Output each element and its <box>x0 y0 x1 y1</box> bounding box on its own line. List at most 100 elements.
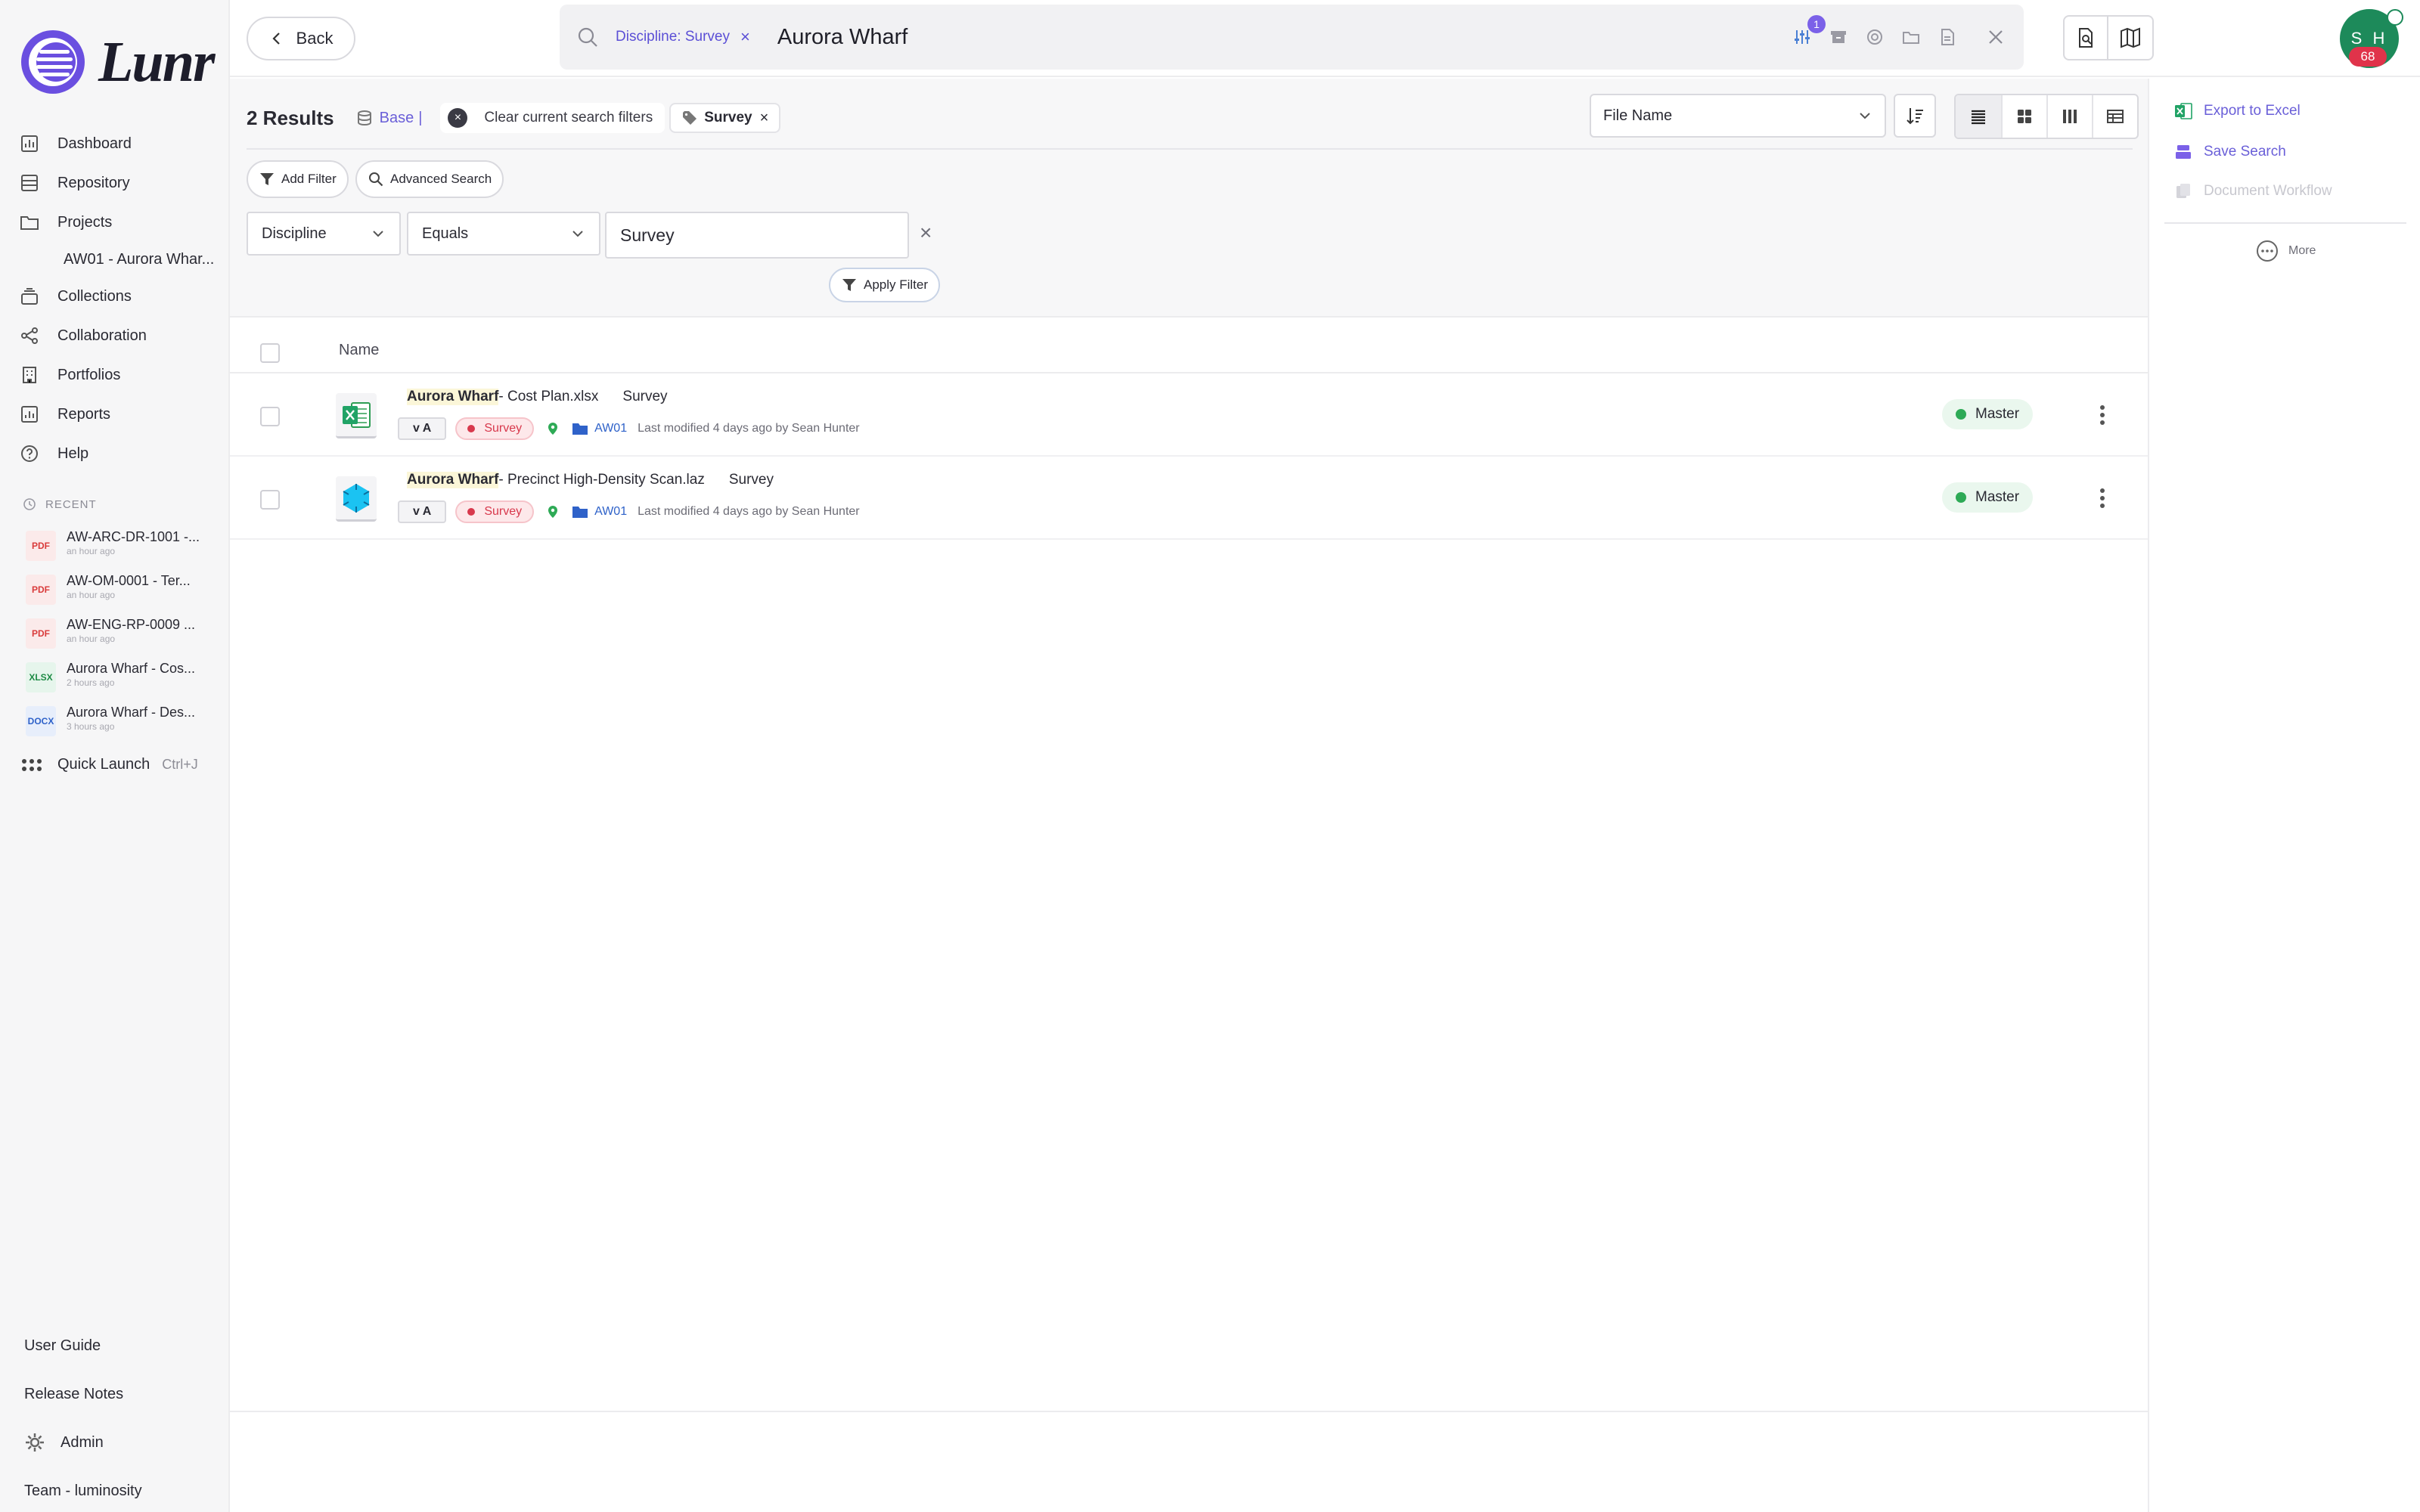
document-button[interactable] <box>1936 26 1959 48</box>
more-options-icon[interactable] <box>2098 487 2107 510</box>
sort-field-value: File Name <box>1603 107 1673 124</box>
active-filter-tag[interactable]: Survey × <box>669 103 781 133</box>
advanced-search-button[interactable]: Advanced Search <box>355 160 504 198</box>
filter-field-select[interactable]: Discipline <box>247 212 401 256</box>
sort-field-select[interactable]: File Name <box>1590 94 1886 138</box>
nav-project-aw01[interactable]: AW01 - Aurora Whar... <box>18 242 222 277</box>
search-icon <box>578 27 597 47</box>
back-button[interactable]: Back <box>247 17 355 60</box>
recent-item[interactable]: XLSX Aurora Wharf - Cos... 2 hours ago <box>26 661 215 705</box>
active-filter-label: Survey <box>704 110 752 125</box>
nav-portfolios[interactable]: Portfolios <box>18 355 222 395</box>
chevron-left-icon <box>271 33 280 45</box>
file-discipline: Survey <box>728 472 774 488</box>
recent-title: Aurora Wharf - Des... <box>67 705 196 720</box>
search-icon <box>369 172 383 187</box>
document-workflow-button[interactable]: Document Workflow <box>2173 181 2332 201</box>
quick-launch[interactable]: Quick Launch Ctrl+J <box>21 756 198 773</box>
help-icon <box>18 442 41 465</box>
recent-item[interactable]: DOCX Aurora Wharf - Des... 3 hours ago <box>26 705 215 748</box>
clear-search-button[interactable] <box>1984 26 2007 48</box>
user-guide-link[interactable]: User Guide <box>24 1321 221 1370</box>
search-input[interactable] <box>777 24 1700 50</box>
apply-filter-button[interactable]: Apply Filter <box>829 268 941 302</box>
pdf-icon: PDF <box>26 618 56 649</box>
recent-item[interactable]: PDF AW-OM-0001 - Ter... an hour ago <box>26 573 215 617</box>
copy-icon <box>2176 184 2190 198</box>
nav-repository[interactable]: Repository <box>18 163 222 203</box>
target-button[interactable] <box>1863 26 1886 48</box>
save-search-button[interactable]: Save Search <box>2173 142 2286 162</box>
recent-time: an hour ago <box>67 634 116 644</box>
nav-help[interactable]: Help <box>18 434 222 473</box>
lunr-logo[interactable]: Lunr <box>18 27 216 97</box>
filter-sliders-button[interactable]: 1 <box>1791 15 1826 48</box>
close-icon <box>1989 30 2003 44</box>
search-filter-chip[interactable]: Discipline: Survey × <box>616 27 750 47</box>
map-icon <box>2121 27 2140 48</box>
nav-projects[interactable]: Projects <box>18 203 222 242</box>
grid-view-button[interactable] <box>2001 95 2046 138</box>
column-header-name[interactable]: Name <box>339 342 379 359</box>
recent-title: AW-ENG-RP-0009 ... <box>67 617 196 632</box>
status-label: Master <box>1975 406 2020 422</box>
tag-icon <box>683 111 697 125</box>
nav-reports-label: Reports <box>57 405 111 423</box>
admin-link[interactable]: Admin <box>24 1418 221 1467</box>
list-view-button[interactable] <box>1956 95 2001 138</box>
nav-collections[interactable]: Collections <box>18 277 222 316</box>
row-checkbox[interactable] <box>260 407 280 426</box>
clear-filters-button[interactable]: × Clear current search filters <box>440 103 666 133</box>
version-badge: v A <box>398 417 447 440</box>
release-notes-link[interactable]: Release Notes <box>24 1370 221 1418</box>
table-row[interactable]: Aurora Wharf - Precinct High-Density Sca… <box>230 458 2148 540</box>
status-dot <box>1956 409 1966 420</box>
nav-collaboration-label: Collaboration <box>57 327 147 344</box>
project-link[interactable]: AW01 <box>594 422 627 435</box>
recent-item[interactable]: PDF AW-ARC-DR-1001 -... an hour ago <box>26 529 215 573</box>
divider <box>2164 222 2406 224</box>
recent-item[interactable]: PDF AW-ENG-RP-0009 ... an hour ago <box>26 617 215 661</box>
table-view-button[interactable] <box>2092 95 2137 138</box>
remove-chip-icon[interactable]: × <box>740 27 750 47</box>
nav-dashboard[interactable]: Dashboard <box>18 124 222 163</box>
recent-time: an hour ago <box>67 546 116 556</box>
filter-operator-value: Equals <box>422 225 469 242</box>
map-button[interactable] <box>2108 15 2154 60</box>
clear-filters-label: Clear current search filters <box>484 110 653 125</box>
base-link[interactable]: Base | <box>355 109 422 127</box>
folder-icon <box>572 423 588 435</box>
export-excel-button[interactable]: Export to Excel <box>2173 101 2301 121</box>
list-icon <box>1972 110 1985 125</box>
archive-button[interactable] <box>1827 26 1850 48</box>
search-bar: Discipline: Survey × 1 <box>560 5 2024 70</box>
filter-field-value: Discipline <box>262 225 327 242</box>
row-checkbox[interactable] <box>260 490 280 510</box>
recent-time: 3 hours ago <box>67 721 115 732</box>
nav-reports[interactable]: Reports <box>18 395 222 434</box>
discipline-dot <box>467 508 476 516</box>
filter-operator-select[interactable]: Equals <box>407 212 600 256</box>
add-filter-button[interactable]: Add Filter <box>247 160 349 198</box>
nav-collaboration[interactable]: Collaboration <box>18 316 222 355</box>
filter-value-input[interactable] <box>605 212 909 259</box>
column-view-button[interactable] <box>2046 95 2092 138</box>
more-options-icon[interactable] <box>2098 404 2107 426</box>
sort-direction-button[interactable] <box>1894 94 1936 138</box>
select-all-checkbox[interactable] <box>260 343 280 363</box>
document-search-button[interactable] <box>2063 15 2108 60</box>
folder-button[interactable] <box>1900 26 1922 48</box>
more-button[interactable]: More <box>2255 239 2316 263</box>
xlsx-icon: XLSX <box>26 662 56 692</box>
file-name[interactable]: Aurora Wharf - Precinct High-Density Sca… <box>407 472 774 488</box>
file-discipline: Survey <box>622 389 668 404</box>
database-icon <box>357 110 371 126</box>
nav-repository-label: Repository <box>57 174 130 191</box>
remove-tag-icon[interactable]: × <box>760 110 769 127</box>
excel-icon <box>2175 103 2192 119</box>
table-row[interactable]: Aurora Wharf - Cost Plan.xlsx Survey v A… <box>230 375 2148 457</box>
project-link[interactable]: AW01 <box>594 505 627 519</box>
team-selector[interactable]: Team - luminosity <box>24 1467 221 1512</box>
file-name[interactable]: Aurora Wharf - Cost Plan.xlsx Survey <box>407 389 668 405</box>
remove-filter-icon[interactable]: × <box>920 221 932 245</box>
